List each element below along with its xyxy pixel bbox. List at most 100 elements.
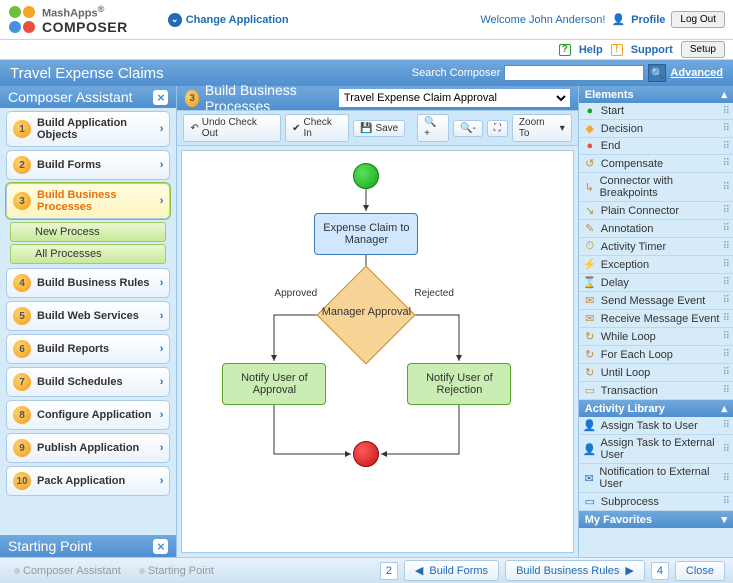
chevron-down-icon: ▾ [560,123,565,134]
grip-icon: ⠿ [723,158,729,169]
tab-composer-assistant[interactable]: Composer Assistant [8,563,127,579]
sidebar-step-7[interactable]: 7Build Schedules› [6,367,170,397]
element-item[interactable]: ◆Decision⠿ [579,120,733,138]
element-item[interactable]: ↺Compensate⠿ [579,155,733,173]
sidebar-step-10[interactable]: 10Pack Application› [6,466,170,496]
sidebar-step-3[interactable]: 3Build Business Processes› [6,183,170,219]
checkin-button[interactable]: ✔Check In [285,114,349,142]
save-button[interactable]: 💾Save [353,120,405,137]
element-item[interactable]: ⌛Delay⠿ [579,274,733,292]
task-node-notify-rejection[interactable]: Notify User of Rejection [407,363,511,405]
support-icon: ! [611,44,623,56]
grip-icon: ⠿ [723,313,729,324]
element-item[interactable]: ↻While Loop⠿ [579,328,733,346]
element-item[interactable]: ↻For Each Loop⠿ [579,346,733,364]
element-icon: ↻ [583,366,597,379]
sidebar-step-8[interactable]: 8Configure Application› [6,400,170,430]
element-item[interactable]: ↳Connector with Breakpoints⠿ [579,173,733,202]
element-item[interactable]: ⚡Exception⠿ [579,256,733,274]
element-item[interactable]: ●Start⠿ [579,103,733,120]
step-number-icon: 2 [13,156,31,174]
element-item[interactable]: ⏱Activity Timer⠿ [579,238,733,256]
elements-panel-header[interactable]: Elements ▴ [579,86,733,103]
element-item[interactable]: ✉Send Message Event⠿ [579,292,733,310]
element-item[interactable]: ✎Annotation⠿ [579,220,733,238]
favorites-header[interactable]: My Favorites ▾ [579,511,733,528]
collapse-icon[interactable]: ▴ [721,402,727,415]
zoom-to-button[interactable]: Zoom To ▾ [512,114,572,142]
element-icon: ● [583,105,597,117]
collapse-icon[interactable]: ▾ [721,513,727,526]
advanced-search-link[interactable]: Advanced [670,67,723,79]
collapse-icon[interactable]: ▴ [721,88,727,101]
sidebar-step-1[interactable]: 1Build Application Objects› [6,111,170,147]
zoom-fit-button[interactable]: ⛶ [487,120,508,137]
flowchart-canvas[interactable]: Expense Claim to Manager Manager Approva… [181,150,573,553]
element-item[interactable]: ↻Until Loop⠿ [579,364,733,382]
sidebar-step-9[interactable]: 9Publish Application› [6,433,170,463]
activity-library-header[interactable]: Activity Library ▴ [579,400,733,417]
grip-icon: ⠿ [723,295,729,306]
sidebar-subitem[interactable]: New Process [10,222,166,242]
zoom-in-button[interactable]: 🔍+ [417,114,449,142]
element-item[interactable]: ✉Receive Message Event⠿ [579,310,733,328]
sidebar-step-5[interactable]: 5Build Web Services› [6,301,170,331]
search-button[interactable]: 🔍 [648,64,666,82]
grip-icon: ⠿ [723,444,729,455]
chevron-right-icon: › [160,159,164,171]
close-icon[interactable]: × [153,90,168,105]
change-application-link[interactable]: ⌄ Change Application [168,13,289,27]
element-item[interactable]: ▭Transaction⠿ [579,382,733,400]
task-node-expense-claim[interactable]: Expense Claim to Manager [314,213,418,255]
element-icon: ↻ [583,330,597,343]
undo-checkout-button[interactable]: ↶Undo Check Out [183,114,281,142]
grip-icon: ⠿ [723,349,729,360]
arrow-left-icon: ◀ [415,564,423,577]
chevron-down-icon: ⌄ [168,13,182,27]
profile-link[interactable]: Profile [631,14,665,26]
setup-button[interactable]: Setup [681,41,725,58]
close-icon[interactable]: × [153,539,168,554]
element-item[interactable]: ↘Plain Connector⠿ [579,202,733,220]
grip-icon: ⠿ [723,241,729,252]
prev-step-button[interactable]: ◀Build Forms [404,560,499,581]
step-label: Build Forms [37,159,160,171]
activity-item[interactable]: 👤Assign Task to External User⠿ [579,435,733,464]
edge-label-approved: Approved [274,288,317,299]
element-icon: ✉ [583,312,597,325]
sidebar-step-6[interactable]: 6Build Reports› [6,334,170,364]
logout-button[interactable]: Log Out [671,11,725,28]
close-button[interactable]: Close [675,561,725,581]
step-label: Build Application Objects [37,117,160,141]
zoom-in-icon: 🔍+ [424,117,442,139]
support-link[interactable]: Support [631,44,673,56]
chevron-right-icon: › [160,409,164,421]
chevron-right-icon: › [160,123,164,135]
search-input[interactable] [504,65,644,81]
element-label: Activity Timer [601,241,666,253]
step-label: Pack Application [37,475,160,487]
activity-item[interactable]: 👤Assign Task to User⠿ [579,417,733,435]
next-step-button[interactable]: Build Business Rules▶ [505,560,645,581]
activity-item[interactable]: ✉Notification to External User⠿ [579,464,733,493]
grip-icon: ⠿ [723,496,729,507]
element-item[interactable]: ●End⠿ [579,138,733,155]
logo-icon [8,5,38,35]
element-label: For Each Loop [601,349,673,361]
process-dropdown[interactable]: Travel Expense Claim Approval [339,89,570,107]
help-link[interactable]: Help [579,44,603,56]
sidebar-subitem[interactable]: All Processes [10,244,166,264]
chevron-right-icon: › [160,343,164,355]
sidebar-step-4[interactable]: 4Build Business Rules› [6,268,170,298]
element-label: Start [601,105,624,117]
step-number-icon: 4 [13,274,31,292]
prev-step-number: 2 [380,562,398,580]
sidebar-step-2[interactable]: 2 Build Forms› [6,150,170,180]
zoom-out-button[interactable]: 🔍- [453,120,483,137]
task-node-notify-approval[interactable]: Notify User of Approval [222,363,326,405]
element-icon: ✎ [583,222,597,235]
activity-item[interactable]: ▭Subprocess⠿ [579,493,733,511]
grip-icon: ⠿ [723,473,729,484]
zoom-fit-icon: ⛶ [494,123,501,134]
tab-starting-point[interactable]: Starting Point [133,563,220,579]
